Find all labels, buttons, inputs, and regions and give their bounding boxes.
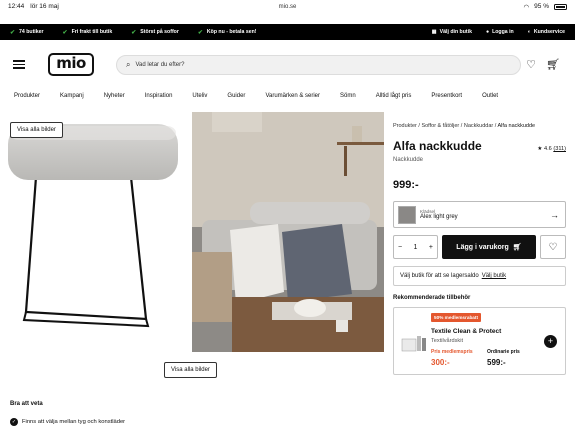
menu-icon[interactable]	[13, 60, 25, 69]
rating-value: 4.6	[544, 146, 552, 152]
show-all-images-button[interactable]: Visa alla bilder	[10, 122, 63, 138]
add-to-cart-button[interactable]: Lägg i varukorg 🛒︎	[442, 235, 536, 259]
variant-value: Alex light grey	[420, 214, 458, 220]
stock-text: Välj butik för att se lagersaldo	[400, 273, 479, 279]
quantity-value: 1	[413, 243, 418, 251]
breadcrumb-item[interactable]: Produkter	[393, 123, 417, 129]
customer-service-link[interactable]: ◐ Kundservice	[528, 29, 565, 35]
heart-icon[interactable]: ♡	[526, 58, 536, 71]
ordinary-price: 599:-	[487, 358, 506, 367]
recommended-heading: Rekommenderade tillbehör	[393, 295, 471, 301]
nav-item[interactable]: Uteliv	[192, 93, 207, 99]
minus-icon[interactable]: −	[398, 244, 402, 251]
nav-item[interactable]: Presentkort	[431, 93, 462, 99]
nav-item[interactable]: Guider	[227, 93, 245, 99]
add-accessory-button[interactable]: +	[544, 335, 557, 348]
product-price: 999:-	[393, 179, 419, 191]
usp-item: ✔ Störst på soffor	[131, 29, 179, 36]
show-all-images-button[interactable]: Visa alla bilder	[164, 362, 217, 378]
nav-item[interactable]: Inspiration	[145, 93, 173, 99]
product-title: Alfa nackkudde	[393, 139, 482, 153]
user-icon: ●	[485, 29, 490, 35]
recommended-subtitle: Textilvårdskit	[431, 338, 464, 344]
usp-item: ✔ Fri frakt till butik	[62, 29, 113, 36]
arrow-right-icon: →	[550, 209, 559, 220]
stock-box: Välj butik för att se lagersaldo Välj bu…	[393, 266, 566, 286]
site-logo[interactable]: mio	[48, 53, 94, 76]
quantity-stepper[interactable]: − 1 +	[393, 235, 438, 259]
star-icon: ★	[537, 146, 543, 152]
site-header: mio ⌕ Vad letar du efter? ♡ 🛒︎	[0, 45, 575, 85]
breadcrumb-current: Alfa nackkudde	[497, 123, 536, 129]
ordinary-price-label: Ordinarie pris	[487, 349, 520, 355]
rating[interactable]: ★ 4.6 (311)	[537, 146, 566, 152]
status-bar: 12:44 lör 16 maj mio.se ◠ 95 %	[0, 0, 575, 13]
choose-store-link[interactable]: ▦ Välj din butik	[432, 29, 472, 35]
nav-item[interactable]: Alltid lågt pris	[376, 93, 412, 99]
variant-selector[interactable]: Klädsel Alex light grey →	[393, 201, 566, 228]
product-type: Nackkudde	[393, 157, 424, 163]
fabric-swatch	[398, 205, 416, 224]
cart-icon: 🛒︎	[512, 244, 522, 251]
neck-pillow-illustration	[8, 124, 178, 328]
breadcrumb-item[interactable]: Nackkuddar	[464, 123, 493, 129]
nav-item[interactable]: Nyheter	[104, 93, 125, 99]
nav-item[interactable]: Produkter	[14, 93, 40, 99]
breadcrumb: Produkter / Soffor & fåtöljer / Nackkudd…	[393, 123, 536, 129]
sofa-photo	[192, 112, 384, 352]
lifestyle-image[interactable]	[192, 112, 384, 352]
search-placeholder: Vad letar du efter?	[135, 62, 185, 68]
good-to-know-item: ✓ Finns att välja mellan tyg och konstlä…	[10, 418, 125, 426]
check-icon: ✔	[131, 29, 137, 36]
nav-item[interactable]: Outlet	[482, 93, 498, 99]
usp-item: ✔ Köp nu - betala sen!	[197, 29, 257, 36]
heart-icon: ♡	[548, 241, 558, 253]
headset-icon: ◐	[527, 29, 531, 35]
nav-item[interactable]: Kampanj	[60, 93, 84, 99]
reviews-count[interactable]: (311)	[553, 146, 566, 152]
store-icon: ▦	[431, 29, 437, 35]
main-nav: Produkter Kampanj Nyheter Inspiration Ut…	[0, 88, 575, 104]
search-input[interactable]: ⌕ Vad letar du efter?	[116, 55, 521, 75]
add-to-cart-label: Lägg i varukorg	[456, 243, 509, 251]
discount-badge: 50% medlemsrabatt	[431, 313, 482, 322]
plus-icon[interactable]: +	[429, 244, 433, 251]
check-icon: ✔	[10, 29, 16, 36]
good-to-know-text: Finns att välja mellan tyg och konstläde…	[22, 419, 126, 425]
usp-item: ✔ 74 butiker	[10, 29, 44, 36]
check-icon: ✔	[62, 29, 68, 36]
search-icon: ⌕	[126, 60, 131, 69]
login-link[interactable]: ● Logga in	[486, 29, 514, 35]
favorite-button[interactable]: ♡	[540, 235, 566, 259]
recommended-name: Textile Clean & Protect	[431, 328, 502, 335]
product-info: Produkter / Soffor & fåtöljer / Nackkudd…	[393, 112, 566, 375]
textile-kit-image	[401, 336, 426, 352]
battery-icon	[554, 3, 567, 10]
address-url[interactable]: mio.se	[0, 4, 575, 10]
usp-bar: ✔ 74 butiker ✔ Fri frakt till butik ✔ Störs…	[0, 24, 575, 40]
good-to-know-heading: Bra att veta	[10, 401, 43, 407]
choose-store-link[interactable]: Välj butik	[482, 273, 506, 279]
recommended-card[interactable]: 50% medlemsrabatt Textile Clean & Protec…	[393, 307, 566, 375]
nav-item[interactable]: Sömn	[340, 93, 356, 99]
cart-icon[interactable]: 🛒︎	[546, 58, 560, 71]
check-icon: ✔	[197, 29, 203, 36]
nav-item[interactable]: Varumärken & serier	[265, 93, 320, 99]
member-price-label: Pris medlemspris	[431, 349, 473, 355]
product-image[interactable]: Visa alla bilder	[0, 112, 189, 352]
breadcrumb-item[interactable]: Soffor & fåtöljer	[421, 123, 459, 129]
member-price: 300:-	[431, 358, 450, 367]
check-icon: ✓	[10, 418, 18, 426]
